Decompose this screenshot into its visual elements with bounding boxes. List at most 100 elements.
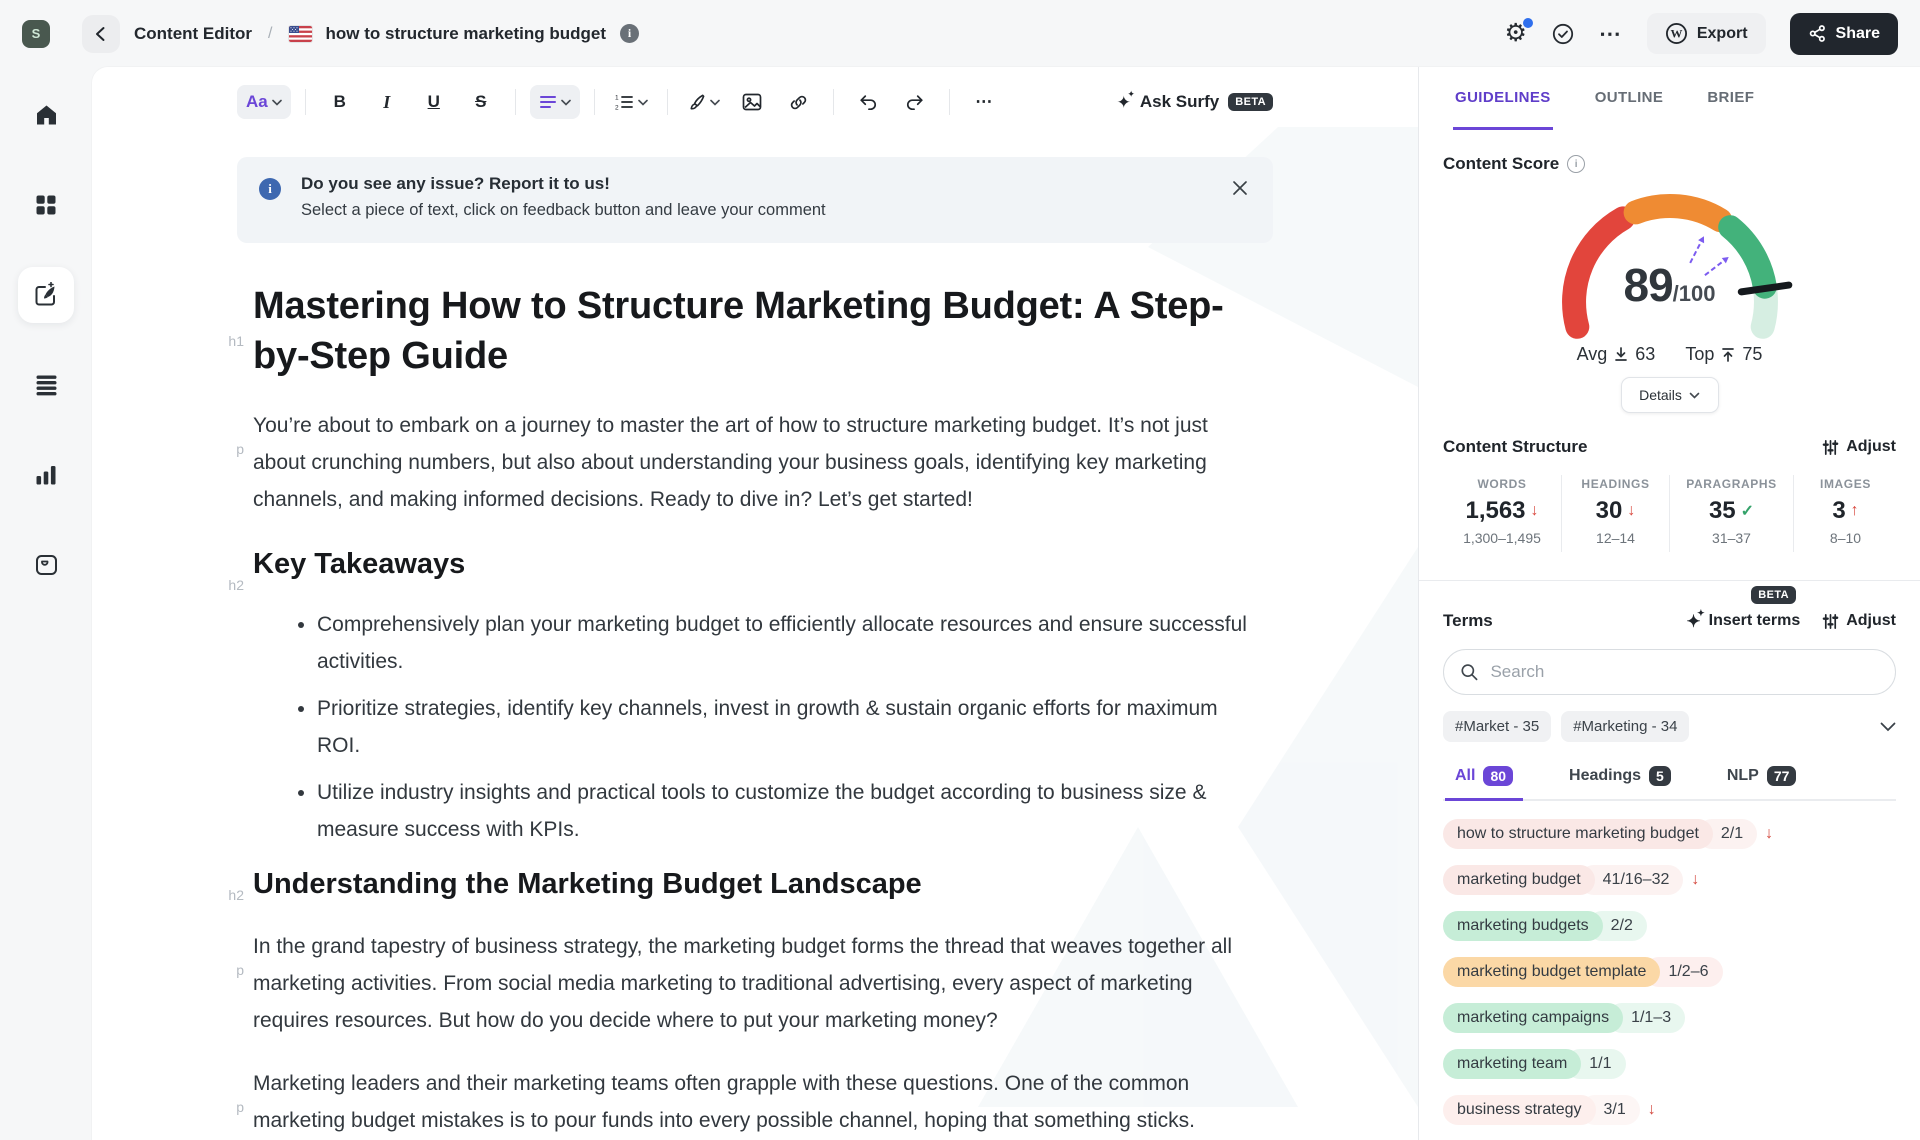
document-info-icon[interactable]: i <box>620 24 640 43</box>
list-dropdown[interactable]: 12 <box>609 85 653 119</box>
document-h2[interactable]: Understanding the Marketing Budget Lands… <box>253 866 1257 902</box>
insert-image-button[interactable] <box>732 85 772 119</box>
term-pill[interactable]: business strategy <box>1443 1095 1596 1125</box>
redo-button[interactable] <box>895 85 935 119</box>
sparkles-icon: ✦ ✦ <box>1686 607 1705 631</box>
undo-icon <box>860 95 876 111</box>
term-tab-all[interactable]: All 80 <box>1445 766 1524 801</box>
insert-link-button[interactable] <box>779 85 819 119</box>
term-pill[interactable]: marketing budgets <box>1443 911 1603 941</box>
back-button[interactable] <box>82 14 120 53</box>
check-circle-button[interactable] <box>1551 22 1575 46</box>
alignment-dropdown[interactable] <box>529 85 580 119</box>
banner-subtitle: Select a piece of text, click on feedbac… <box>301 201 826 219</box>
filter-chip[interactable]: #Market - 35 <box>1443 711 1552 742</box>
term-row: business strategy 3/1 ↓ <box>1443 1093 1896 1127</box>
term-pill[interactable]: marketing budget template <box>1443 957 1661 987</box>
workspace: Aa B I U S 12 ⋯ ✦ ✦ Ask Surfy BETA i Do … <box>92 67 1920 1140</box>
share-button[interactable]: Share <box>1789 12 1898 55</box>
more-options-button[interactable]: ⋯ <box>1599 21 1623 47</box>
sidebar-item-home[interactable] <box>18 87 74 143</box>
tab-guidelines[interactable]: GUIDELINES <box>1453 67 1553 130</box>
text-style-dropdown[interactable]: Aa <box>237 85 291 119</box>
document-h1[interactable]: Mastering How to Structure Marketing Bud… <box>253 281 1257 381</box>
block-type-label: p <box>236 1099 244 1115</box>
terms-search[interactable] <box>1443 649 1896 695</box>
block-type-label: p <box>236 441 244 457</box>
term-tab-headings[interactable]: Headings 5 <box>1559 766 1681 801</box>
adjust-label: Adjust <box>1846 438 1896 455</box>
document-title[interactable]: how to structure marketing budget <box>326 24 607 44</box>
term-pill[interactable]: marketing budget <box>1443 865 1595 895</box>
ask-surfy-button[interactable]: ✦ ✦ Ask Surfy BETA <box>1117 89 1273 112</box>
filter-chip[interactable]: #Marketing - 34 <box>1561 711 1690 742</box>
app-logo[interactable]: S <box>22 19 50 48</box>
document-bullet[interactable]: Utilize industry insights and practical … <box>317 774 1257 848</box>
document-bullet[interactable]: Prioritize strategies, identify key chan… <box>317 690 1257 764</box>
image-icon <box>742 93 762 111</box>
term-pill[interactable]: how to structure marketing budget <box>1443 819 1713 849</box>
stat-label: WORDS <box>1477 477 1527 491</box>
insert-terms-label: Insert terms <box>1708 612 1801 629</box>
document-h2[interactable]: Key Takeaways <box>253 546 1257 582</box>
term-tab-nlp[interactable]: NLP 77 <box>1717 766 1807 801</box>
banner-close-button[interactable] <box>1231 179 1249 197</box>
stat-range: 8–10 <box>1829 530 1862 546</box>
content-score-info-icon[interactable]: i <box>1567 155 1586 173</box>
sidebar-item-audit[interactable] <box>18 537 74 593</box>
stat-value: 35 ✓ <box>1708 497 1755 524</box>
sidebar-item-apps[interactable] <box>18 177 74 233</box>
feedback-banner: i Do you see any issue? Report it to us!… <box>237 157 1273 243</box>
document-bullet[interactable]: Comprehensively plan your marketing budg… <box>317 606 1257 680</box>
expand-chips-button[interactable] <box>1880 722 1896 732</box>
terms-search-input[interactable] <box>1488 661 1879 683</box>
undo-button[interactable] <box>848 85 888 119</box>
svg-text:W: W <box>1670 27 1682 41</box>
toolbar-more-button[interactable]: ⋯ <box>964 85 1004 119</box>
underline-button[interactable]: U <box>414 85 454 119</box>
check-indicator-icon: ✓ <box>1740 503 1755 520</box>
term-tab-label: NLP <box>1726 767 1759 784</box>
sidebar-nav <box>0 67 92 1140</box>
term-pill[interactable]: marketing campaigns <box>1443 1003 1624 1033</box>
sidebar-item-editor[interactable] <box>18 267 74 323</box>
tab-brief[interactable]: BRIEF <box>1705 67 1756 130</box>
beta-badge: BETA <box>1228 93 1273 111</box>
term-row: marketing team 1/1 <box>1443 1047 1896 1081</box>
strikethrough-button[interactable]: S <box>461 85 501 119</box>
document-paragraph[interactable]: You’re about to embark on a journey to m… <box>253 407 1257 518</box>
term-pill[interactable]: marketing team <box>1443 1049 1582 1079</box>
term-tab-count: 80 <box>1483 766 1514 786</box>
redo-icon <box>906 95 923 111</box>
sidebar-item-chart[interactable] <box>18 447 74 503</box>
adjust-label: Adjust <box>1846 612 1896 629</box>
document-bullet-list[interactable]: Comprehensively plan your marketing budg… <box>253 606 1257 848</box>
chart-icon <box>34 463 58 487</box>
structure-adjust-button[interactable]: Adjust <box>1822 438 1896 456</box>
avg-value: 63 <box>1635 344 1656 364</box>
insert-terms-button[interactable]: ✦ ✦ Insert terms <box>1686 607 1801 631</box>
italic-button[interactable]: I <box>367 85 407 119</box>
toolbar-divider <box>948 89 950 115</box>
chevron-down-icon <box>1880 722 1896 731</box>
breadcrumb-section[interactable]: Content Editor <box>134 24 252 44</box>
arrow-down-indicator: ↓ <box>1691 871 1700 888</box>
sidebar-item-rows[interactable] <box>18 357 74 413</box>
export-button[interactable]: W Export <box>1646 13 1766 54</box>
bold-button[interactable]: B <box>320 85 360 119</box>
svg-text:2: 2 <box>615 105 619 112</box>
formatting-toolbar: Aa B I U S 12 ⋯ ✦ ✦ Ask Surfy BETA <box>225 67 1285 137</box>
tab-outline[interactable]: OUTLINE <box>1593 67 1666 130</box>
details-button[interactable]: Details <box>1620 377 1719 413</box>
arrow-left-icon <box>91 24 111 44</box>
highlight-dropdown[interactable] <box>682 85 725 119</box>
terms-adjust-button[interactable]: Adjust <box>1822 612 1896 630</box>
settings-gear-button[interactable]: ⚙ <box>1504 18 1533 46</box>
content-structure-title: Content Structure <box>1443 437 1588 456</box>
notification-dot <box>1522 18 1533 28</box>
document-paragraph[interactable]: In the grand tapestry of business strate… <box>253 928 1257 1039</box>
score-value: 89/100 <box>1535 258 1805 312</box>
document-body[interactable]: h1 Mastering How to Structure Marketing … <box>225 281 1285 1139</box>
toolbar-divider <box>593 89 595 115</box>
document-paragraph[interactable]: Marketing leaders and their marketing te… <box>253 1065 1257 1139</box>
